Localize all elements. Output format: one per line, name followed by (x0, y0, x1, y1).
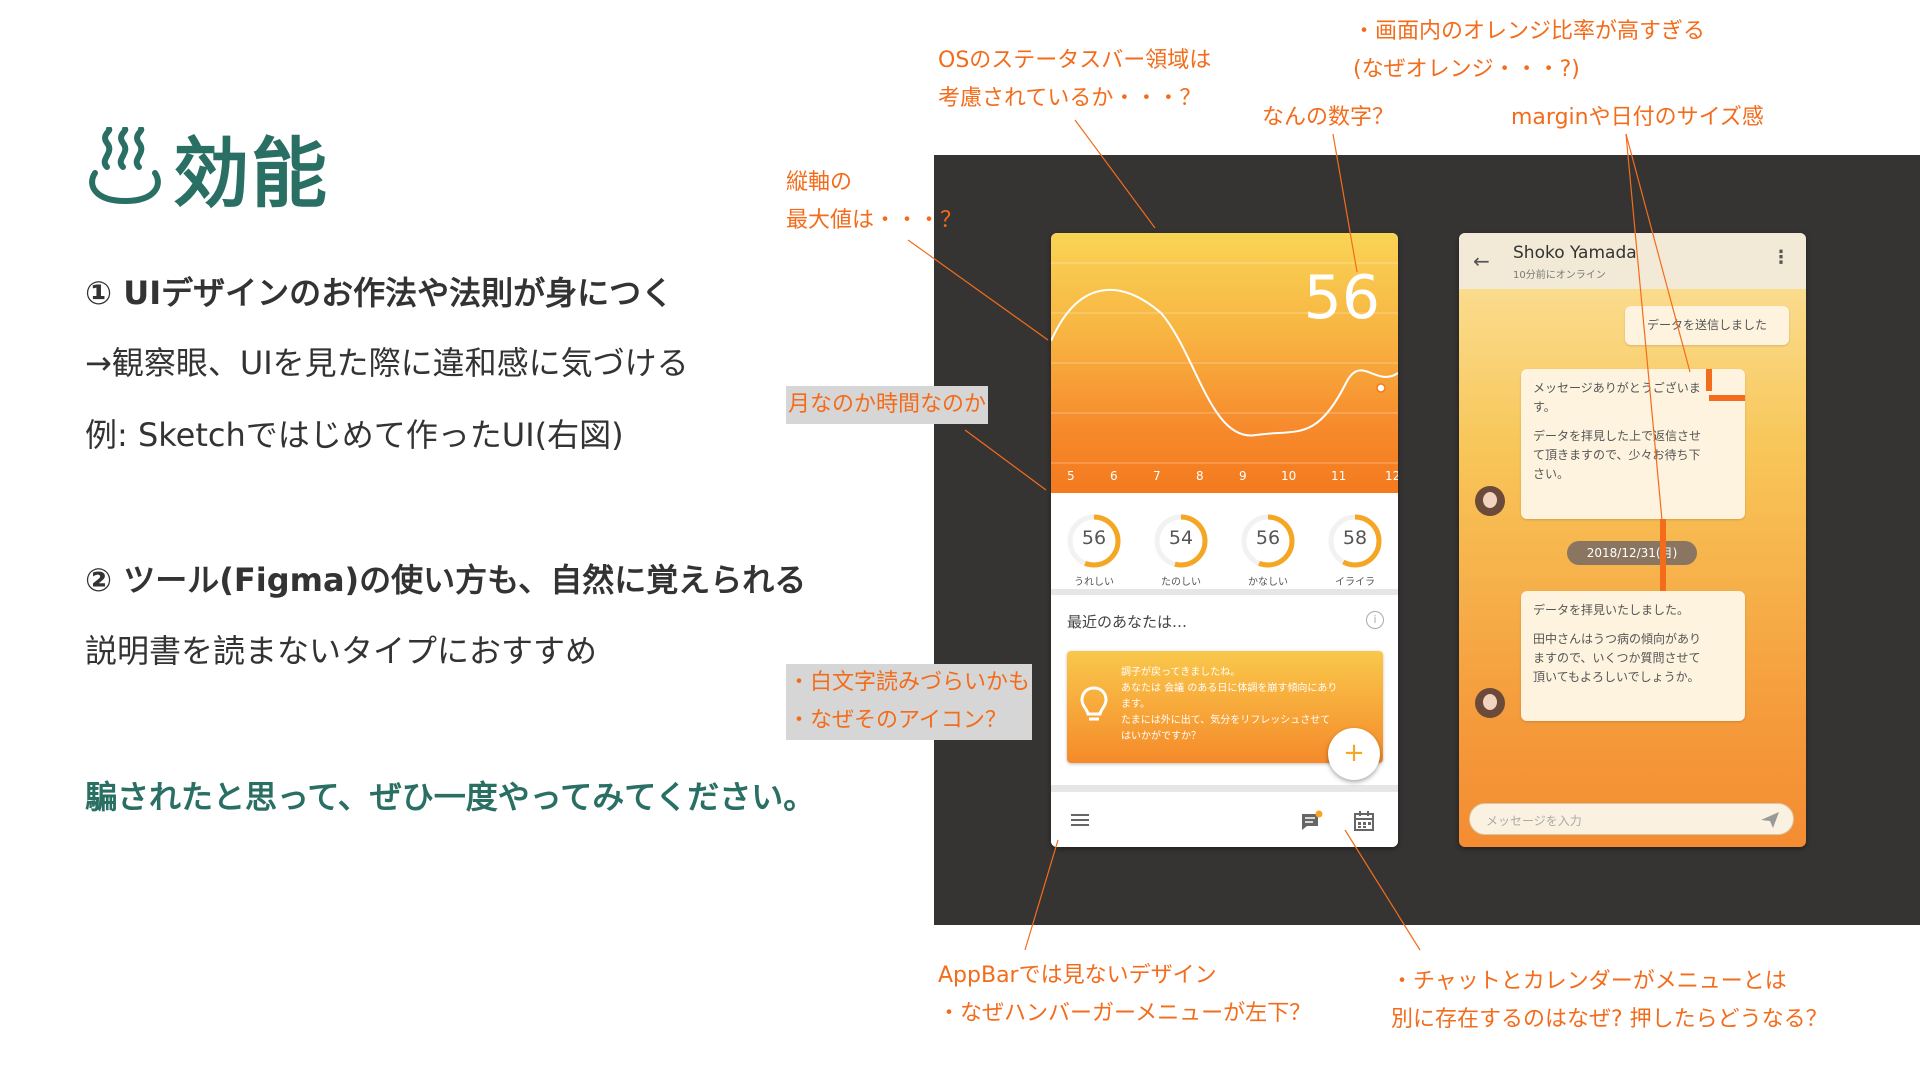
contact-status: 10分前にオンライン (1513, 270, 1606, 281)
lightbulb-icon (1080, 686, 1108, 721)
annotation-menu: ・チャットとカレンダーがメニューとは 別に存在するのはなぜ? 押したらどうなる？ (1391, 963, 1828, 1039)
calendar-icon[interactable] (1353, 810, 1375, 832)
received-message: メッセージありがとうございま す。 データを拝見した上で返信させ て頂きますので… (1521, 369, 1745, 519)
message-line: て頂きますので、少々お待ち下 (1533, 448, 1701, 462)
margin-marker (1660, 519, 1666, 591)
chat-icon[interactable] (1299, 810, 1323, 832)
closing-message: 騙されたと思って、ぜひ一度やってみてください。 (85, 778, 816, 816)
message-line: データを拝見いたしました。 (1533, 603, 1690, 617)
hamburger-menu-icon[interactable] (1069, 810, 1091, 830)
message-line: 頂いてもよろしいでしょうか。 (1533, 670, 1700, 684)
point-2: ② ツール(Figma)の使い方も、自然に覚えられる (85, 561, 807, 599)
annotation-line: ・白文字読みづらいかも (788, 670, 1031, 695)
gauge-value: 56 (1081, 527, 1107, 549)
back-arrow-icon[interactable]: ← (1473, 249, 1490, 273)
page-title: 効能 (173, 129, 329, 218)
month-label: 6 (1110, 469, 1118, 483)
add-button[interactable]: + (1328, 728, 1380, 780)
mood-gauge[interactable]: 58 イライラ (1327, 513, 1383, 588)
margin-marker (1706, 369, 1712, 391)
point-1: ① UIデザインのお作法や法則が身につく (85, 274, 674, 312)
point-1-detail-1: →観察眼、UIを見た際に違和感に気づける (85, 344, 689, 382)
hot-spring-icon (89, 127, 161, 205)
gauge-label: うれしい (1074, 577, 1114, 588)
dashboard-screen: 56 5 6 7 8 9 10 11 12 56 うれしい 54 たのしい 56… (1051, 233, 1398, 847)
tip-line: たまには外に出て、気分をリフレッシュさせて (1121, 715, 1331, 726)
gauge-label: かなしい (1248, 577, 1288, 588)
annotation-line: 縦軸の (786, 170, 853, 195)
date-separator: 2018/12/31(月) (1567, 541, 1697, 565)
annotation-white-text: ・白文字読みづらいかも ・なぜそのアイコン？ (786, 664, 1033, 740)
month-axis: 5 6 7 8 9 10 11 12 (1051, 469, 1398, 489)
annotation-line: OSのステータスバー領域は (938, 48, 1212, 73)
sent-message: データを送信しました (1625, 306, 1789, 345)
bottom-app-bar (1051, 791, 1398, 847)
month-label: 9 (1239, 469, 1247, 483)
margin-marker (1709, 395, 1745, 401)
message-input-placeholder: メッセージを入力 (1486, 814, 1582, 828)
score-number: 56 (1303, 263, 1380, 333)
mood-gauge[interactable]: 56 かなしい (1240, 513, 1296, 588)
more-options-icon[interactable]: ⋮ (1772, 247, 1790, 268)
received-message: データを拝見いたしました。 田中さんはうつ病の傾向があり ますので、いくつか質問… (1521, 591, 1745, 721)
tip-line: 調子が戻ってきましたね。 (1121, 667, 1241, 678)
mood-gauges: 56 うれしい 54 たのしい 56 かなしい 58 イライラ (1051, 495, 1398, 595)
annotation-orange-ratio: ・画面内のオレンジ比率が高すぎる (なぜオレンジ・・・?) (1353, 13, 1705, 89)
send-icon[interactable] (1759, 810, 1781, 830)
recent-title: 最近のあなたは… (1067, 613, 1188, 631)
annotation-statusbar: OSのステータスバー領域は 考慮されているか・・・？ (938, 42, 1211, 118)
mood-gauge[interactable]: 56 うれしい (1066, 513, 1122, 588)
annotation-line: 考慮されているか・・・？ (938, 86, 1202, 111)
annotation-margin: marginや日付のサイズ感 (1511, 105, 1764, 130)
gauge-value: 56 (1255, 527, 1281, 549)
annotation-line: ・なぜハンバーガーメニューが左下？ (938, 1001, 1312, 1026)
gauge-label: たのしい (1161, 577, 1201, 588)
month-label: 10 (1281, 469, 1297, 483)
annotation-month-or-time: 月なのか時間なのか (786, 386, 989, 424)
annotation-line: (なぜオレンジ・・・?) (1353, 57, 1580, 82)
chart-header: 56 5 6 7 8 9 10 11 12 (1051, 233, 1398, 493)
annotation-line: ・チャットとカレンダーがメニューとは (1391, 969, 1787, 994)
month-label: 12 (1385, 469, 1398, 483)
point-2-detail: 説明書を読まないタイプにおすすめ (85, 632, 598, 670)
message-line: 田中さんはうつ病の傾向があり (1533, 632, 1702, 646)
trend-point (1376, 383, 1386, 393)
gauge-label: イライラ (1335, 577, 1375, 588)
gauge-value: 54 (1168, 527, 1194, 549)
message-line: データを拝見した上で返信させ (1533, 429, 1702, 443)
info-icon[interactable]: i (1366, 611, 1384, 629)
message-line: ますので、いくつか質問させて (1533, 651, 1701, 665)
gauge-value: 58 (1342, 527, 1368, 549)
chat-header: ← Shoko Yamada 10分前にオンライン ⋮ (1459, 233, 1806, 289)
annotation-yaxis: 縦軸の 最大値は・・・？ (786, 164, 962, 240)
annotation-line: ・画面内のオレンジ比率が高すぎる (1353, 19, 1706, 44)
annotation-line: ・なぜそのアイコン？ (788, 708, 1007, 733)
month-label: 8 (1196, 469, 1204, 483)
annotation-number: なんの数字？ (1262, 105, 1395, 130)
month-label: 5 (1067, 469, 1075, 483)
annotation-line: AppBarでは見ないデザイン (938, 963, 1217, 988)
message-line: さい。 (1533, 467, 1570, 481)
contact-avatar[interactable] (1475, 688, 1505, 718)
message-input[interactable]: メッセージを入力 (1469, 803, 1794, 835)
annotation-appbar: AppBarでは見ないデザイン ・なぜハンバーガーメニューが左下？ (938, 957, 1311, 1033)
contact-name: Shoko Yamada (1513, 243, 1637, 263)
tip-line: あなたは 会議 のある日に体調を崩す傾向にあり (1121, 683, 1338, 694)
tip-line: ます。 (1121, 699, 1150, 710)
message-line: す。 (1533, 400, 1556, 414)
contact-avatar[interactable] (1475, 486, 1505, 516)
point-1-detail-2: 例: Sketchではじめて作ったUI(右図) (85, 416, 624, 454)
slide-title: 効能 (85, 112, 329, 222)
annotation-line: 別に存在するのはなぜ? 押したらどうなる？ (1391, 1007, 1828, 1032)
chat-screen: ← Shoko Yamada 10分前にオンライン ⋮ データを送信しました メ… (1459, 233, 1806, 847)
month-label: 11 (1331, 469, 1347, 483)
annotation-line: 最大値は・・・？ (786, 208, 963, 233)
message-line: メッセージありがとうございま (1533, 381, 1701, 395)
mood-gauge[interactable]: 54 たのしい (1153, 513, 1209, 588)
month-label: 7 (1153, 469, 1161, 483)
